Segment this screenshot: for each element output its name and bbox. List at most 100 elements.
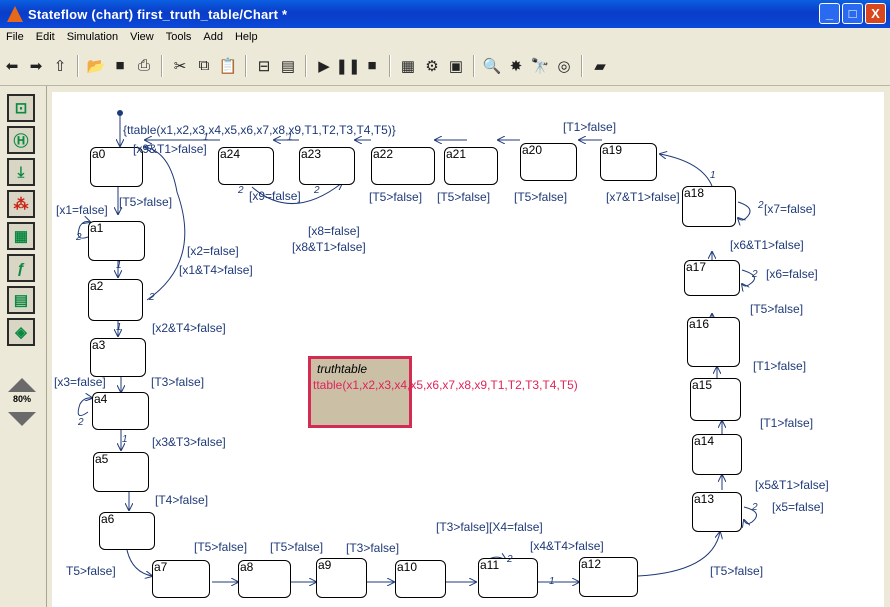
- state-a20[interactable]: a20: [520, 143, 577, 181]
- history-junction-icon[interactable]: Ⓗ: [7, 126, 35, 154]
- copy-icon[interactable]: ⧉: [193, 55, 215, 77]
- transition-label[interactable]: [T1>false]: [753, 359, 806, 373]
- transition-label[interactable]: [x7=false]: [764, 202, 816, 216]
- state-a19[interactable]: a19: [600, 143, 657, 181]
- find-icon[interactable]: 🔭: [529, 55, 551, 77]
- simulink-icon[interactable]: ▰: [589, 55, 611, 77]
- state-a12[interactable]: a12: [579, 557, 638, 597]
- transition-label[interactable]: [T5>false]: [710, 564, 763, 578]
- transition-label[interactable]: {ttable(x1,x2,x3,x4,x5,x6,x7,x8,x9,T1,T2…: [123, 123, 396, 137]
- state-tool-icon[interactable]: ⊡: [7, 94, 35, 122]
- transition-label[interactable]: [T5>false]: [119, 195, 172, 209]
- zoom-control[interactable]: 80%: [4, 376, 40, 428]
- state-a7[interactable]: a7: [152, 560, 210, 598]
- stop-icon[interactable]: ■: [361, 55, 383, 77]
- transition-label[interactable]: [T5>false]: [750, 302, 803, 316]
- play-icon[interactable]: ▶: [313, 55, 335, 77]
- truth-table-icon[interactable]: ▦: [7, 222, 35, 250]
- state-a2[interactable]: a2: [88, 279, 143, 321]
- state-a10[interactable]: a10: [395, 560, 446, 598]
- record-icon[interactable]: ◎: [553, 55, 575, 77]
- minimize-button[interactable]: _: [819, 3, 840, 24]
- transition-label[interactable]: [x9&T1>false]: [133, 142, 207, 156]
- transition-label[interactable]: [x2=false]: [187, 244, 239, 258]
- transition-label[interactable]: T5>false]: [66, 564, 116, 578]
- state-a18[interactable]: a18: [682, 186, 736, 227]
- menu-simulation[interactable]: Simulation: [61, 31, 124, 43]
- state-a15[interactable]: a15: [690, 378, 741, 421]
- transition-label[interactable]: [x8&T1>false]: [292, 240, 366, 254]
- transition-label[interactable]: [T5>false]: [514, 190, 567, 204]
- transition-label[interactable]: [x6&T1>false]: [730, 238, 804, 252]
- close-button[interactable]: X: [865, 3, 886, 24]
- box-tool-icon[interactable]: ◈: [7, 318, 35, 346]
- state-a8[interactable]: a8: [238, 560, 291, 598]
- up-arrow-icon[interactable]: ⇧: [49, 55, 71, 77]
- embedded-function-icon[interactable]: ▤: [7, 286, 35, 314]
- transition-label[interactable]: [x2&T4>false]: [152, 321, 226, 335]
- transition-label[interactable]: [T5>false]: [194, 540, 247, 554]
- state-a6[interactable]: a6: [99, 512, 155, 550]
- stateflow-canvas[interactable]: a0 a1 a2 a3 a4 a5 a6 a7 a8 a9 a10 a11 a1…: [52, 92, 884, 607]
- truth-table-block[interactable]: truthtable: [308, 356, 412, 428]
- transition-label[interactable]: [x8=false]: [308, 224, 360, 238]
- save-icon[interactable]: ■: [109, 55, 131, 77]
- state-a21[interactable]: a21: [444, 147, 498, 185]
- state-a1[interactable]: a1: [88, 221, 145, 261]
- menu-file[interactable]: File: [0, 31, 30, 43]
- transition-label[interactable]: [x6=false]: [766, 267, 818, 281]
- graphical-function-icon[interactable]: ƒ: [7, 254, 35, 282]
- transition-label[interactable]: [T5>false]: [437, 190, 490, 204]
- transition-label[interactable]: [T1>false]: [563, 120, 616, 134]
- build-icon[interactable]: ▦: [397, 55, 419, 77]
- transition-label[interactable]: [T5>false]: [270, 540, 323, 554]
- state-a23[interactable]: a23: [299, 147, 355, 185]
- transition-label[interactable]: [T1>false]: [760, 416, 813, 430]
- debug-icon[interactable]: ⚙: [421, 55, 443, 77]
- transition-label[interactable]: [x9=false]: [249, 189, 301, 203]
- state-a24[interactable]: a24: [218, 147, 274, 185]
- transition-label[interactable]: [T3>false]: [151, 375, 204, 389]
- menu-view[interactable]: View: [124, 31, 160, 43]
- pause-icon[interactable]: ❚❚: [335, 55, 360, 77]
- transition-label[interactable]: [x1&T4>false]: [179, 263, 253, 277]
- open-folder-icon[interactable]: 📂: [85, 55, 107, 77]
- target-icon[interactable]: ✸: [505, 55, 527, 77]
- state-a22[interactable]: a22: [371, 147, 435, 185]
- transition-label[interactable]: [x4&T4>false]: [530, 539, 604, 553]
- transition-label[interactable]: [T3>false][X4=false]: [436, 520, 543, 534]
- cut-icon[interactable]: ✂: [169, 55, 191, 77]
- maximize-button[interactable]: □: [842, 3, 863, 24]
- state-a4[interactable]: a4: [92, 392, 149, 430]
- transition-label[interactable]: [x1=false]: [56, 203, 108, 217]
- transition-label[interactable]: [x7&T1>false]: [606, 190, 680, 204]
- paste-icon[interactable]: 📋: [217, 55, 239, 77]
- menu-tools[interactable]: Tools: [160, 31, 198, 43]
- model-browser-icon[interactable]: ⊟: [253, 55, 275, 77]
- chart-icon[interactable]: ▤: [277, 55, 299, 77]
- transition-label[interactable]: [T5>false]: [369, 190, 422, 204]
- menu-add[interactable]: Add: [197, 31, 229, 43]
- state-a14[interactable]: a14: [692, 434, 742, 475]
- state-a16[interactable]: a16: [687, 317, 740, 367]
- default-transition-icon[interactable]: ⤓: [7, 158, 35, 186]
- state-a9[interactable]: a9: [316, 558, 367, 598]
- transition-label[interactable]: [x5=false]: [772, 500, 824, 514]
- vertical-scrollbar[interactable]: [884, 86, 890, 607]
- print-icon[interactable]: ⎙: [133, 55, 155, 77]
- transition-label[interactable]: [x3=false]: [54, 375, 106, 389]
- state-a5[interactable]: a5: [93, 452, 149, 492]
- state-a17[interactable]: a17: [684, 260, 740, 296]
- zoom-icon[interactable]: 🔍: [481, 55, 503, 77]
- connective-junction-icon[interactable]: ⁂: [7, 190, 35, 218]
- transition-label[interactable]: [x3&T3>false]: [152, 435, 226, 449]
- menu-help[interactable]: Help: [229, 31, 264, 43]
- menu-edit[interactable]: Edit: [30, 31, 61, 43]
- back-arrow-icon[interactable]: ⬅: [1, 55, 23, 77]
- state-a13[interactable]: a13: [692, 492, 742, 532]
- transition-label[interactable]: [x5&T1>false]: [755, 478, 829, 492]
- forward-arrow-icon[interactable]: ➡: [25, 55, 47, 77]
- explorer-icon[interactable]: ▣: [445, 55, 467, 77]
- state-a3[interactable]: a3: [90, 338, 146, 377]
- transition-label[interactable]: [T4>false]: [155, 493, 208, 507]
